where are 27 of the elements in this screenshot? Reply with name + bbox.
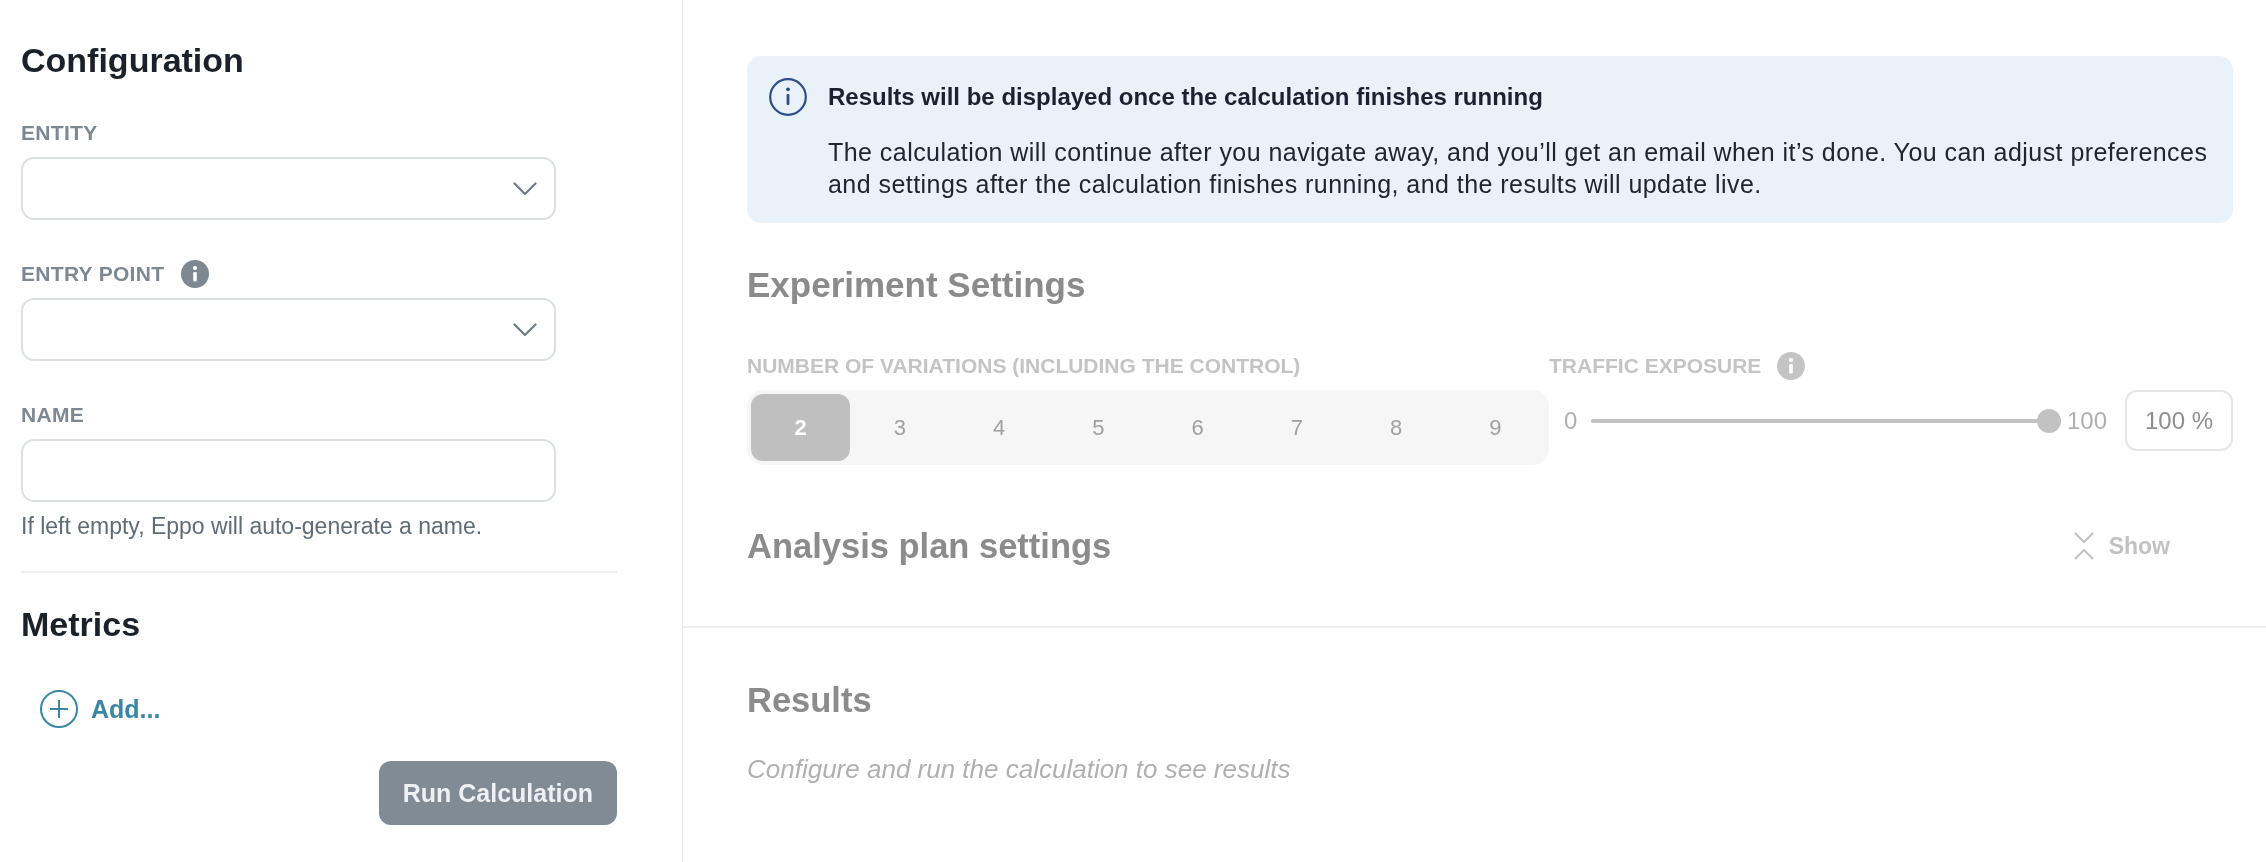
field-label: NUMBER OF VARIATIONS (INCLUDING THE CONTROL) xyxy=(747,354,1301,378)
field-label: NAME xyxy=(21,403,85,427)
field-label: TRAFFIC EXPOSURE xyxy=(1549,354,1762,378)
slider-track[interactable] xyxy=(1591,408,2061,433)
info-icon xyxy=(769,78,807,116)
field-label: ENTRY POINT xyxy=(21,262,165,286)
slider-min-label: 0 xyxy=(1564,406,1578,435)
section-heading: Analysis plan settings xyxy=(747,526,1112,566)
section-heading: Metrics xyxy=(21,605,142,643)
section-heading: Configuration xyxy=(21,41,245,79)
dropdown-field[interactable] xyxy=(21,157,556,220)
plus-circle-icon xyxy=(40,690,78,728)
show-toggle-button[interactable]: Show xyxy=(2072,531,2170,561)
helper-text: If left empty, Eppo will auto-generate a name. xyxy=(21,513,484,539)
dropdown-field[interactable] xyxy=(21,298,556,361)
chevron-down-icon xyxy=(513,181,537,196)
banner-message: The calculation will continue after you navigate away, and you’ll get an email when it’s done. You can adjust preferences and settings after the calculation finishes running, and the results will update live. xyxy=(828,137,2209,200)
slider-max-label: 100 xyxy=(2066,406,2107,435)
empty-results-message: Configure and run the calculation to see results xyxy=(747,754,1292,784)
text-input-field[interactable] xyxy=(21,439,556,502)
banner-title: Results will be displayed once the calculation finishes running xyxy=(828,82,1544,112)
chevron-down-icon xyxy=(513,322,537,337)
section-heading: Results xyxy=(747,680,873,720)
section-heading: Experiment Settings xyxy=(747,265,1087,305)
chevrons-icon xyxy=(2072,531,2095,561)
add-metric-button[interactable]: Add... xyxy=(40,690,161,728)
field-label: ENTITY xyxy=(21,121,98,145)
